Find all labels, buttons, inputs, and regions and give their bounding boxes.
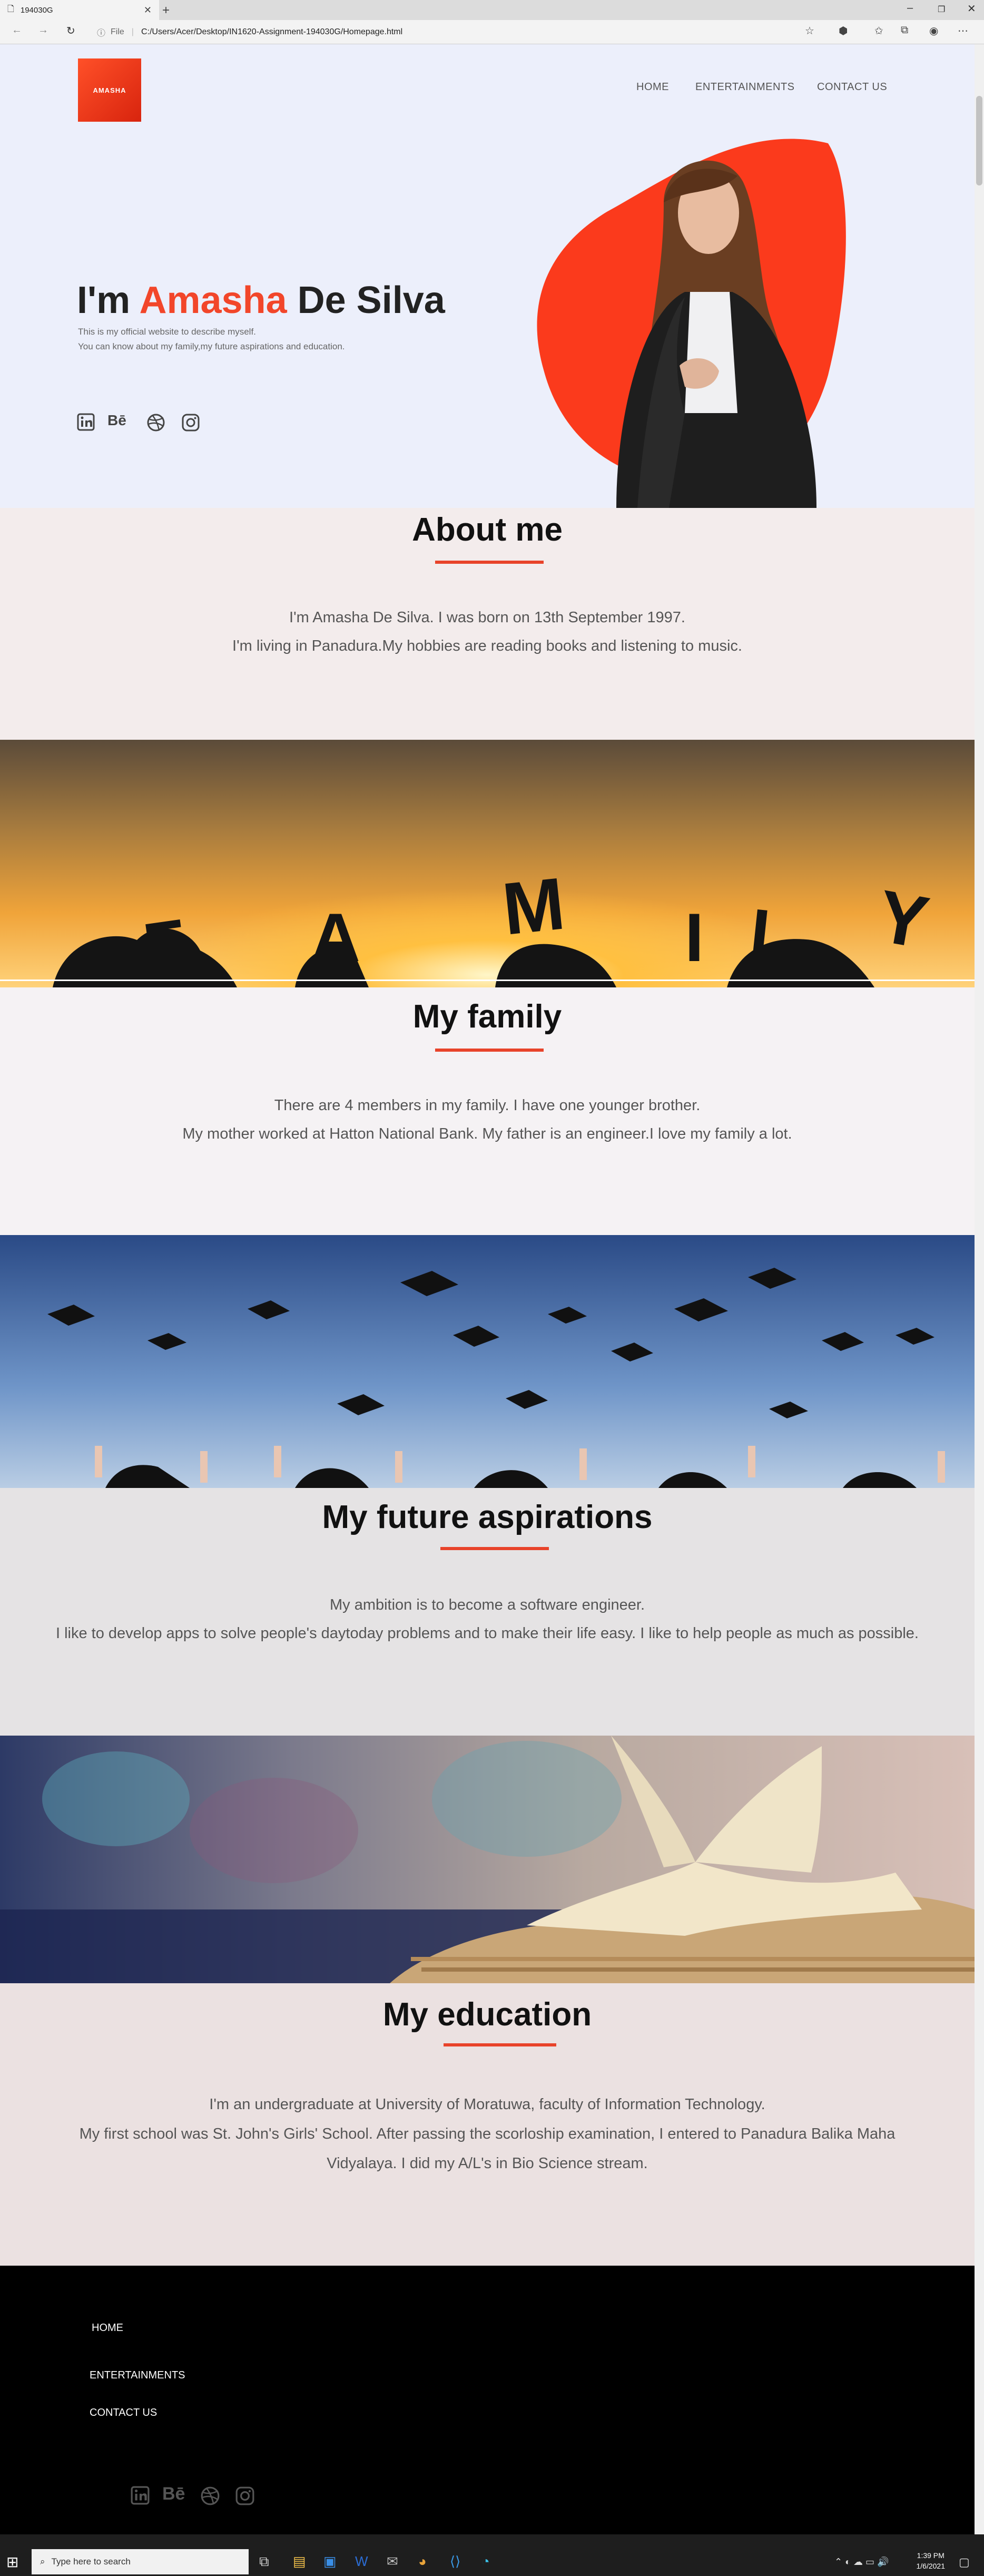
more-menu-icon[interactable]: ⋯ (958, 24, 968, 37)
minimize-icon[interactable]: – (907, 2, 913, 14)
collections-icon[interactable]: ⧉ (901, 24, 908, 36)
nav-entertainments[interactable]: ENTERTAINMENTS (695, 81, 795, 93)
linkedin-icon[interactable] (77, 413, 95, 435)
page-icon: 🗋 (7, 4, 14, 14)
back-icon[interactable]: ← (12, 24, 22, 36)
task-view-icon[interactable]: ⧉ (259, 2553, 269, 2570)
family-line-1: There are 4 members in my family. I have… (274, 1097, 701, 1114)
about-section: About me I'm Amasha De Silva. I was born… (0, 508, 975, 740)
hero-title-suffix: De Silva (297, 279, 445, 321)
footer-instagram-icon[interactable] (235, 2486, 255, 2511)
file-explorer-icon[interactable]: ▤ (293, 2553, 306, 2570)
footer-behance-icon[interactable]: Bē (162, 2484, 185, 2504)
dribbble-icon[interactable] (146, 413, 165, 436)
web-page: AMASHA HOME ENTERTAINMENTS CONTACT US I'… (0, 44, 975, 2534)
about-title-underline (435, 561, 544, 564)
file-label: File (111, 27, 124, 36)
browser-tab[interactable]: 🗋 194030G ✕ (0, 0, 159, 20)
about-line-2: I'm living in Panadura.My hobbies are re… (232, 638, 742, 654)
address-separator: | (131, 27, 134, 36)
footer: HOME ENTERTAINMENTS CONTACT US Bē (0, 2266, 975, 2534)
svg-text:L: L (746, 894, 796, 975)
restore-icon[interactable]: ❐ (938, 4, 945, 15)
family-banner-image: F A M I L Y (0, 740, 975, 987)
hero-subtitle-1: This is my official website to describe … (78, 327, 256, 337)
svg-text:I: I (685, 899, 704, 976)
family-section: My family There are 4 members in my fami… (0, 987, 975, 1235)
aspirations-line-2: I like to develop apps to solve people's… (55, 1625, 919, 1642)
instagram-icon[interactable] (181, 413, 200, 436)
close-tab-icon[interactable]: ✕ (144, 5, 152, 16)
new-tab-icon[interactable]: + (162, 3, 170, 18)
aspirations-line-1: My ambition is to become a software engi… (329, 1596, 645, 1613)
hero-subtitle-2: You can know about my family,my future a… (78, 341, 345, 351)
notifications-icon[interactable]: ▢ (959, 2555, 970, 2569)
footer-link-entertainments[interactable]: ENTERTAINMENTS (90, 2369, 185, 2382)
education-line-1: I'm an undergraduate at University of Mo… (209, 2096, 765, 2113)
family-title: My family (412, 998, 562, 1035)
photos-icon[interactable]: ▣ (323, 2553, 337, 2570)
hero-portrait-image (616, 160, 816, 508)
aspirations-section: My future aspirations My ambition is to … (0, 1488, 975, 1736)
svg-text:A: A (311, 899, 360, 976)
tab-title: 194030G (20, 5, 53, 15)
education-line-3: Vidyalaya. I did my A/L's in Bio Science… (327, 2155, 648, 2172)
hero-title-accent: Amasha (139, 279, 287, 321)
aspirations-title: My future aspirations (322, 1499, 653, 1535)
svg-text:M: M (499, 862, 568, 951)
taskbar-search-placeholder: Type here to search (51, 2557, 131, 2567)
behance-icon[interactable]: Bē (107, 412, 126, 429)
footer-link-home[interactable]: HOME (92, 2322, 123, 2334)
family-line-2: My mother worked at Hatton National Bank… (182, 1125, 792, 1142)
address-bar[interactable]: ⓘ File | C:/Users/Acer/Desktop/IN1620-As… (97, 23, 824, 41)
edge-icon[interactable]: ◔ (481, 2553, 490, 2570)
taskbar-time: 1:39 PM (917, 2551, 944, 2560)
family-title-underline (435, 1049, 544, 1052)
mail-icon[interactable]: ✉ (387, 2553, 398, 2570)
footer-dribbble-icon[interactable] (200, 2486, 220, 2511)
education-section: My education I'm an undergraduate at Uni… (0, 1983, 975, 2266)
close-window-icon[interactable]: ✕ (967, 2, 976, 15)
info-icon: ⓘ (97, 29, 106, 38)
extension-icon[interactable]: ⬢ (839, 24, 848, 37)
profile-icon[interactable]: ◉ (929, 24, 938, 37)
forward-icon[interactable]: → (38, 24, 48, 36)
url-text: C:/Users/Acer/Desktop/IN1620-Assignment-… (141, 27, 403, 36)
tab-bar: 🗋 194030G ✕ + – ❐ ✕ (0, 0, 984, 20)
refresh-icon[interactable]: ↻ (66, 24, 75, 37)
education-title-underline (444, 2043, 556, 2046)
favorite-star-icon[interactable]: ☆ (805, 24, 814, 37)
scrollbar-thumb[interactable] (976, 96, 982, 185)
hero-title-prefix: I'm (77, 279, 131, 321)
word-icon[interactable]: W (355, 2553, 368, 2570)
footer-link-contact-us[interactable]: CONTACT US (90, 2407, 157, 2419)
taskbar-clock[interactable]: 1:39 PM 1/6/2021 (917, 2550, 946, 2571)
nav-home[interactable]: HOME (636, 81, 669, 93)
search-icon: ⌕ (40, 2557, 45, 2567)
site-logo[interactable]: AMASHA (78, 58, 141, 122)
hero-title: I'm Amasha De Silva (77, 279, 445, 322)
favorites-icon[interactable]: ✩ (874, 24, 883, 37)
graduation-banner-image (0, 1235, 975, 1488)
browser-chrome: 🗋 194030G ✕ + – ❐ ✕ ← → ↻ ⓘ File | C:/Us… (0, 0, 984, 44)
taskbar-date: 1/6/2021 (916, 2562, 946, 2570)
education-line-2: My first school was St. John's Girls' Sc… (79, 2126, 896, 2142)
education-title: My education (382, 1996, 592, 2033)
nav-contact-us[interactable]: CONTACT US (817, 81, 887, 93)
book-banner-image (0, 1736, 975, 1983)
system-tray-icons[interactable]: ⌃ ◐ ☁ ▭ 🔊 (834, 2557, 889, 2568)
aspirations-title-underline (440, 1547, 549, 1550)
chrome-icon[interactable]: ◕ (418, 2553, 427, 2570)
windows-start-icon[interactable]: ⊞ (6, 2553, 18, 2571)
about-line-1: I'm Amasha De Silva. I was born on 13th … (289, 609, 685, 626)
vscode-icon[interactable]: ⟨⟩ (450, 2553, 460, 2570)
about-title: About me (412, 512, 563, 548)
vertical-scrollbar[interactable] (975, 44, 984, 2534)
hero-section: AMASHA HOME ENTERTAINMENTS CONTACT US I'… (0, 44, 975, 508)
footer-linkedin-icon[interactable] (131, 2486, 150, 2510)
taskbar-search-box[interactable]: ⌕ Type here to search (32, 2549, 249, 2574)
